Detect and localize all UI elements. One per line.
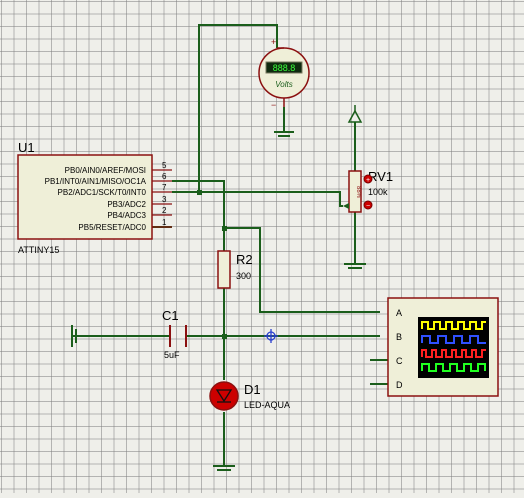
u1-pin-number: 3: [162, 195, 167, 204]
voltmeter-plus: +: [271, 37, 276, 47]
ground-icon[interactable]: [274, 131, 294, 137]
wire-voltmeter-pos[interactable]: [198, 24, 278, 192]
oscilloscope-channel-a[interactable]: A: [396, 308, 402, 318]
oscilloscope[interactable]: A B C D: [387, 297, 499, 397]
r2-ref: R2: [236, 252, 253, 267]
wire-scope-a[interactable]: [224, 227, 380, 313]
u1-pin-label: PB4/ADC3: [107, 211, 146, 220]
u1-attiny15[interactable]: U1 ATTINY15 PB0/AIN0/AREF/MOSI 5 PB1/INT0/…: [17, 140, 172, 255]
r2-resistor[interactable]: R2 300: [217, 250, 253, 289]
junction-dot: [222, 334, 227, 339]
rv1-increase-glyph: +: [366, 177, 370, 184]
junction-dot: [222, 226, 227, 231]
r2-value: 300: [236, 271, 251, 281]
u1-pin-number: 2: [162, 206, 167, 215]
voltmeter-minus: −: [271, 100, 276, 110]
rv1-ref: RV1: [368, 169, 393, 184]
r2-body: [217, 250, 231, 289]
voltmeter-unit: Volts: [275, 80, 293, 89]
u1-pin-label: PB0/AIN0/AREF/MOSI: [65, 166, 146, 175]
ground-icon[interactable]: [213, 465, 235, 471]
u1-part: ATTINY15: [18, 245, 59, 255]
d1-led[interactable]: D1 LED-AQUA: [209, 381, 290, 411]
oscilloscope-channel-c[interactable]: C: [396, 356, 403, 366]
power-terminal-arrow-icon[interactable]: [347, 105, 363, 123]
u1-pin-label: PB5/RESET/ADC0: [78, 223, 146, 232]
c1-ref: C1: [162, 308, 179, 323]
rv1-wiper-arrow: [343, 203, 349, 209]
u1-pin-label: PB3/ADC2: [107, 200, 146, 209]
schematic-canvas[interactable]: U1 ATTINY15 PB0/AIN0/AREF/MOSI 5 PB1/INT0/…: [0, 0, 524, 493]
oscilloscope-channel-d[interactable]: D: [396, 380, 403, 390]
u1-pin-label: PB2/ADC1/SCK/T0/INT0: [58, 188, 147, 197]
u1-pin-number: 6: [162, 172, 167, 181]
d1-value: LED-AQUA: [244, 400, 290, 410]
d1-body: [209, 381, 239, 411]
rv1-potentiometer[interactable]: 88% RV1 100k + −: [343, 169, 393, 213]
c1-value: 5uF: [164, 350, 180, 360]
u1-pin-number: 5: [162, 161, 167, 170]
rv1-pot-label: 88%: [355, 186, 361, 199]
probe-marker[interactable]: [264, 329, 278, 343]
rv1-decrease-glyph: −: [366, 203, 370, 210]
u1-pin-label: PB1/INT0/AIN1/MISO/OC1A: [45, 177, 147, 186]
u1-ref: U1: [18, 140, 35, 155]
oscilloscope-channel-b[interactable]: B: [396, 332, 402, 342]
rv1-value: 100k: [368, 187, 388, 197]
ground-icon[interactable]: [344, 263, 366, 269]
junction-dot: [197, 190, 202, 195]
d1-ref: D1: [244, 382, 261, 397]
u1-pin-number: 1: [162, 218, 167, 227]
c1-capacitor[interactable]: [169, 325, 187, 347]
voltmeter-digits: 888.8: [273, 63, 296, 73]
schematic-drawing: U1 ATTINY15 PB0/AIN0/AREF/MOSI 5 PB1/INT0/…: [17, 24, 499, 471]
voltmeter[interactable]: 888.8 Volts + −: [258, 37, 310, 110]
u1-pin-number: 7: [162, 183, 167, 192]
